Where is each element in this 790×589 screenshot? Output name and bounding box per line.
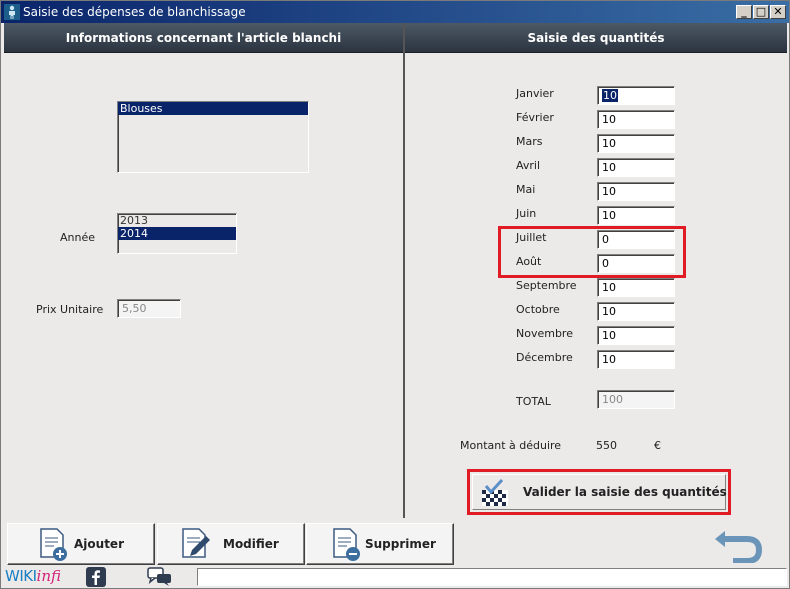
month-field-fevrier[interactable]: 10: [597, 110, 675, 129]
total-field[interactable]: 100: [597, 390, 675, 409]
facebook-icon[interactable]: [86, 567, 106, 587]
status-message-field: [197, 568, 787, 586]
annee-label: Année: [60, 231, 96, 244]
month-label-mai: Mai: [516, 183, 536, 196]
month-field-mars[interactable]: 10: [597, 134, 675, 153]
total-label: TOTAL: [516, 395, 551, 408]
article-info-panel: Informations concernant l'article blanch…: [4, 23, 403, 518]
title-bar[interactable]: Saisie des dépenses de blanchissage _ □ …: [1, 1, 789, 23]
month-label-janvier: Janvier: [516, 87, 554, 100]
supprimer-button[interactable]: Supprimer: [306, 523, 454, 565]
maximize-button[interactable]: □: [753, 5, 769, 19]
month-label-avril: Avril: [516, 159, 541, 172]
month-label-octobre: Octobre: [516, 303, 560, 316]
chat-bubbles-icon[interactable]: [147, 567, 173, 587]
month-field-mai[interactable]: 10: [597, 182, 675, 201]
month-label-novembre: Novembre: [516, 327, 573, 340]
modifier-button[interactable]: Modifier: [157, 523, 305, 565]
document-remove-icon: [333, 528, 360, 561]
month-field-janvier[interactable]: 10: [597, 86, 675, 105]
annee-list-item-2013[interactable]: 2013: [118, 214, 236, 227]
undo-icon[interactable]: [711, 523, 763, 563]
window-title: Saisie des dépenses de blanchissage: [23, 5, 246, 19]
article-info-header: Informations concernant l'article blanch…: [4, 23, 403, 53]
month-value-janvier: 10: [602, 89, 618, 102]
prix-unitaire-field[interactable]: 5,50: [117, 299, 181, 318]
month-label-fevrier: Février: [516, 111, 554, 124]
montant-currency: €: [654, 439, 661, 452]
month-field-octobre[interactable]: 10: [597, 302, 675, 321]
annee-list[interactable]: 2013 2014: [117, 213, 237, 254]
modifier-label: Modifier: [223, 537, 279, 551]
wikiinfi-logo[interactable]: WIKIinfi: [5, 567, 61, 585]
month-field-septembre[interactable]: 10: [597, 278, 675, 297]
month-label-septembre: Septembre: [516, 279, 577, 292]
month-field-juin[interactable]: 10: [597, 206, 675, 225]
montant-label: Montant à déduire: [460, 439, 562, 452]
montant-value: 550: [596, 439, 617, 452]
close-button[interactable]: ✕: [770, 5, 786, 19]
prix-unitaire-label: Prix Unitaire: [36, 303, 104, 316]
month-label-mars: Mars: [516, 135, 543, 148]
ajouter-label: Ajouter: [74, 537, 124, 551]
document-edit-icon: [182, 528, 210, 558]
month-label-juin: Juin: [516, 207, 537, 220]
annee-list-item-2014[interactable]: 2014: [118, 227, 236, 240]
checkered-check-icon: [482, 478, 508, 506]
person-icon: [4, 4, 20, 20]
document-add-icon: [40, 528, 67, 561]
month-field-avril[interactable]: 10: [597, 158, 675, 177]
logo-wiki-text: WIKI: [5, 567, 37, 585]
month-field-decembre[interactable]: 10: [597, 350, 675, 369]
juillet-aout-highlight: [498, 226, 686, 278]
article-list[interactable]: Blouses: [117, 101, 309, 173]
supprimer-label: Supprimer: [365, 537, 436, 551]
logo-infi-text: infi: [36, 567, 61, 585]
month-field-novembre[interactable]: 10: [597, 326, 675, 345]
minimize-button[interactable]: _: [736, 5, 752, 19]
quantities-header: Saisie des quantités: [405, 23, 787, 53]
article-list-item[interactable]: Blouses: [118, 102, 308, 115]
month-label-decembre: Décembre: [516, 351, 573, 364]
validate-quantities-button[interactable]: Valider la saisie des quantités: [467, 469, 731, 515]
ajouter-button[interactable]: Ajouter: [7, 523, 155, 565]
main-window: Saisie des dépenses de blanchissage _ □ …: [0, 0, 790, 589]
validate-button-label: Valider la saisie des quantités: [523, 485, 727, 499]
